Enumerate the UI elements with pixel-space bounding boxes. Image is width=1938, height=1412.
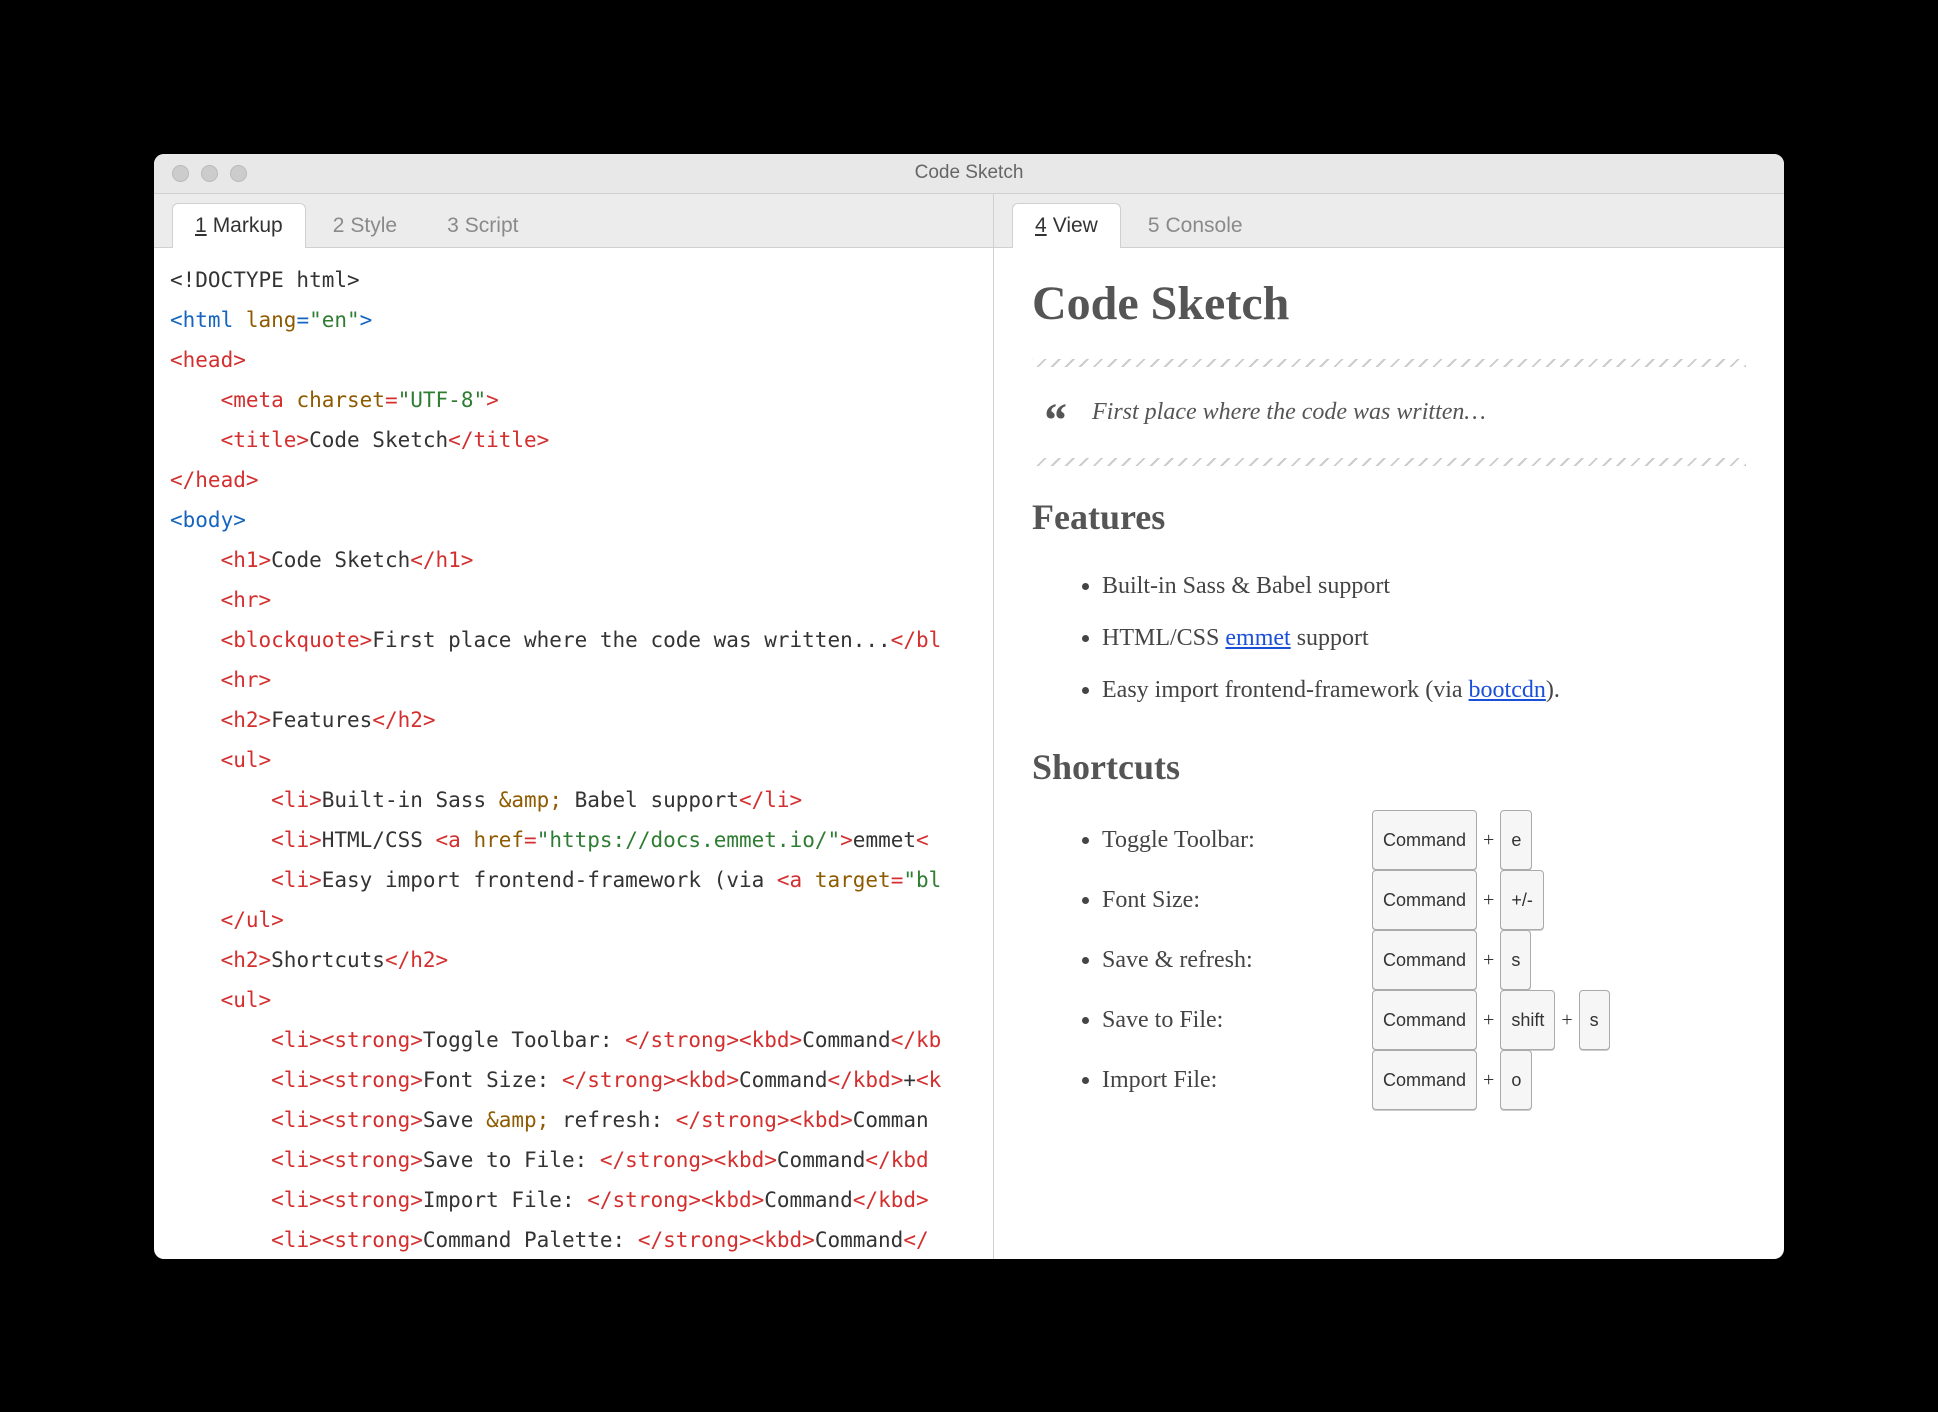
list-item: Save & refresh:Command+s — [1102, 930, 1746, 990]
kbd-key: Command — [1372, 810, 1477, 870]
code-line[interactable]: <li><strong>Save to File: </strong><kbd>… — [170, 1140, 977, 1180]
code-line[interactable]: <li><strong>Save &amp; refresh: </strong… — [170, 1100, 977, 1140]
preview-h1: Code Sketch — [1032, 276, 1746, 331]
tab-number: 2 — [333, 214, 345, 237]
list-item: Save to File:Command+shift+s — [1102, 990, 1746, 1050]
kbd-key: shift — [1500, 990, 1555, 1050]
code-line[interactable]: <!DOCTYPE html> — [170, 260, 977, 300]
features-heading: Features — [1032, 496, 1746, 538]
preview-pane: 4 View 5 Console Code Sketch First place wh… — [994, 194, 1784, 1259]
kbd-key: Command — [1372, 930, 1477, 990]
code-line[interactable]: <h2>Features</h2> — [170, 700, 977, 740]
tab-label: Markup — [213, 214, 283, 237]
kbd-key: +/- — [1500, 870, 1544, 930]
code-line[interactable]: <li><strong>Font Size: </strong><kbd>Com… — [170, 1060, 977, 1100]
list-item: Easy import frontend-framework (via boot… — [1102, 664, 1746, 716]
code-editor[interactable]: <!DOCTYPE html><html lang="en"><head> <m… — [154, 248, 993, 1259]
tab-number: 5 — [1148, 214, 1160, 237]
close-icon[interactable] — [172, 165, 189, 182]
list-item: HTML/CSS emmet support — [1102, 612, 1746, 664]
plus-separator: + — [1483, 814, 1494, 866]
kbd-key: o — [1500, 1050, 1532, 1110]
shortcut-label: Font Size: — [1102, 874, 1372, 926]
tab-console[interactable]: 5 Console — [1125, 203, 1266, 248]
plus-separator: + — [1483, 874, 1494, 926]
app-window: Code Sketch 1 Markup 2Style 3 Script <!DOCTY… — [154, 154, 1784, 1259]
traffic-lights — [154, 165, 247, 182]
preview-link[interactable]: emmet — [1225, 625, 1290, 651]
code-line[interactable]: <li>Built-in Sass &amp; Babel support</l… — [170, 780, 977, 820]
minimize-icon[interactable] — [201, 165, 218, 182]
shortcuts-list: Toggle Toolbar:Command+eFont Size:Comman… — [1032, 810, 1746, 1110]
divider — [1032, 458, 1746, 466]
code-line[interactable]: <ul> — [170, 740, 977, 780]
tab-label: Style — [350, 214, 397, 237]
kbd-key: e — [1500, 810, 1532, 870]
tab-label: Script — [465, 214, 519, 237]
preview-content: Code Sketch First place where the code w… — [994, 248, 1784, 1259]
plus-separator: + — [1483, 1054, 1494, 1106]
tab-markup[interactable]: 1 Markup — [172, 203, 306, 248]
code-line[interactable]: <h1>Code Sketch</h1> — [170, 540, 977, 580]
code-line[interactable]: <li><strong>Toggle Toolbar: </strong><kb… — [170, 1020, 977, 1060]
kbd-key: Command — [1372, 870, 1477, 930]
tab-number: 1 — [195, 214, 207, 237]
code-line[interactable]: <li><strong>Import File: </strong><kbd>C… — [170, 1180, 977, 1220]
list-item: Import File:Command+o — [1102, 1050, 1746, 1110]
tab-number: 4 — [1035, 214, 1047, 237]
tab-label: View — [1053, 214, 1098, 237]
kbd-key: Command — [1372, 1050, 1477, 1110]
editor-tabbar: 1 Markup 2Style 3 Script — [154, 194, 993, 248]
tab-number: 3 — [447, 214, 459, 237]
list-item: Built-in Sass & Babel support — [1102, 560, 1746, 612]
code-line[interactable]: <hr> — [170, 580, 977, 620]
plus-separator: + — [1561, 994, 1572, 1046]
window-title: Code Sketch — [154, 162, 1784, 184]
shortcut-label: Save & refresh: — [1102, 934, 1372, 986]
tab-view[interactable]: 4 View — [1012, 203, 1121, 248]
tab-script[interactable]: 3 Script — [424, 203, 541, 248]
preview-quote: First place where the code was written… — [1032, 385, 1746, 440]
kbd-key: s — [1500, 930, 1531, 990]
editor-pane: 1 Markup 2Style 3 Script <!DOCTYPE html><htm… — [154, 194, 994, 1259]
code-line[interactable]: <hr> — [170, 660, 977, 700]
code-line[interactable]: <li><strong>Command Palette: </strong><k… — [170, 1220, 977, 1259]
code-line[interactable]: <blockquote>First place where the code w… — [170, 620, 977, 660]
code-line[interactable]: <meta charset="UTF-8"> — [170, 380, 977, 420]
code-line[interactable]: <head> — [170, 340, 977, 380]
titlebar: Code Sketch — [154, 154, 1784, 194]
tab-label: Console — [1166, 214, 1243, 237]
shortcut-label: Import File: — [1102, 1054, 1372, 1106]
list-item: Font Size:Command++/- — [1102, 870, 1746, 930]
split-body: 1 Markup 2Style 3 Script <!DOCTYPE html><htm… — [154, 194, 1784, 1259]
zoom-icon[interactable] — [230, 165, 247, 182]
code-line[interactable]: <title>Code Sketch</title> — [170, 420, 977, 460]
code-line[interactable]: <html lang="en"> — [170, 300, 977, 340]
code-line[interactable]: </ul> — [170, 900, 977, 940]
divider — [1032, 359, 1746, 367]
preview-tabbar: 4 View 5 Console — [994, 194, 1784, 248]
list-item: Toggle Toolbar:Command+e — [1102, 810, 1746, 870]
shortcut-label: Save to File: — [1102, 994, 1372, 1046]
features-list: Built-in Sass & Babel supportHTML/CSS em… — [1032, 560, 1746, 716]
code-line[interactable]: </head> — [170, 460, 977, 500]
shortcut-label: Toggle Toolbar: — [1102, 814, 1372, 866]
plus-separator: + — [1483, 994, 1494, 1046]
code-line[interactable]: <body> — [170, 500, 977, 540]
code-line[interactable]: <li>Easy import frontend-framework (via … — [170, 860, 977, 900]
kbd-key: s — [1579, 990, 1610, 1050]
preview-link[interactable]: bootcdn — [1469, 677, 1546, 703]
tab-style[interactable]: 2Style — [310, 203, 420, 248]
plus-separator: + — [1483, 934, 1494, 986]
code-line[interactable]: <li>HTML/CSS <a href="https://docs.emmet… — [170, 820, 977, 860]
code-line[interactable]: <h2>Shortcuts</h2> — [170, 940, 977, 980]
kbd-key: Command — [1372, 990, 1477, 1050]
shortcuts-heading: Shortcuts — [1032, 746, 1746, 788]
code-line[interactable]: <ul> — [170, 980, 977, 1020]
